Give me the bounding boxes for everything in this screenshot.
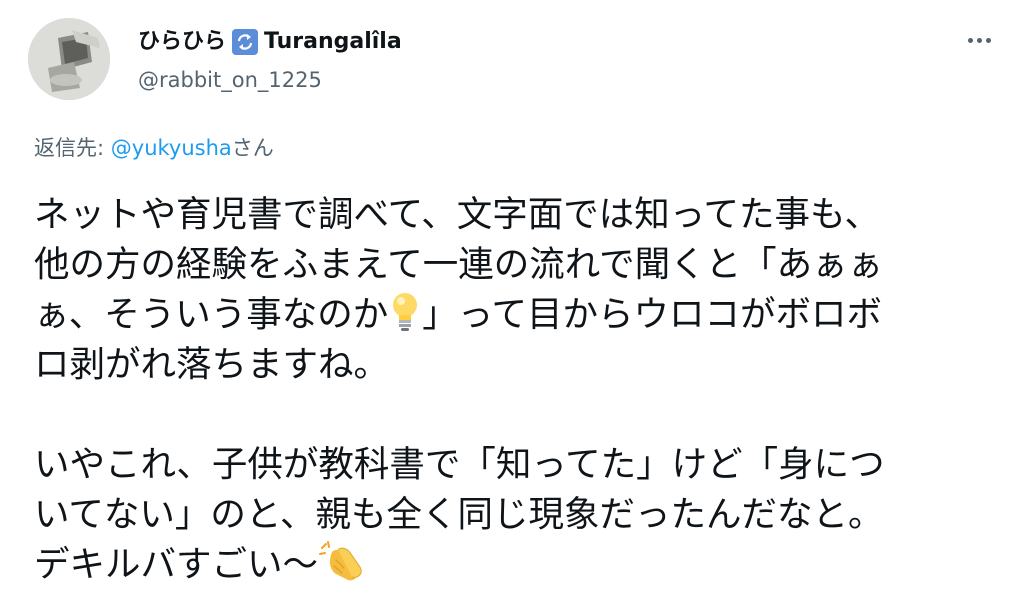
reply-to-line: 返信先: @yukyushaさん [34, 134, 274, 162]
reply-mention-link[interactable]: @yukyusha [111, 136, 232, 160]
light-bulb-icon [393, 293, 418, 331]
display-name[interactable]: ひらひら Turangalîla [138, 28, 402, 56]
user-handle[interactable]: @rabbit_on_1225 [138, 66, 402, 94]
clapping-hands-icon [319, 541, 362, 581]
more-icon[interactable] [964, 30, 994, 50]
avatar[interactable] [28, 18, 110, 100]
repeat-icon [232, 29, 259, 55]
display-name-suffix: Turangalîla [264, 29, 402, 54]
avatar-image [28, 18, 110, 100]
tweet-text-part2: 」って目からウロコがボロボ ロ剥がれ落ちますね。 いやこれ、子供が教科書で「知っ… [34, 294, 885, 585]
reply-prefix: 返信先: [34, 136, 111, 160]
reply-suffix: さん [231, 136, 274, 160]
display-name-text: ひらひら [138, 29, 227, 54]
tweet-header: ひらひら Turangalîla @rabbit_on_1225 [138, 28, 402, 94]
tweet-text: ネットや育児書で調べて、文字面では知ってた事も、 他の方の経験をふまえて一連の流… [34, 190, 964, 590]
